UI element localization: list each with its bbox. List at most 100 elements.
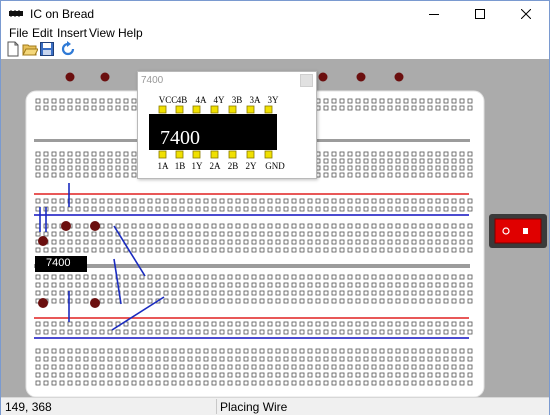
rail-hole — [323, 198, 329, 204]
terminal-hole — [411, 282, 417, 288]
rail-hole — [371, 198, 377, 204]
terminal-hole — [187, 372, 193, 378]
terminal-hole — [283, 223, 289, 229]
terminal-hole — [331, 231, 337, 237]
terminal-hole — [459, 364, 465, 370]
rail-hole — [307, 206, 313, 212]
terminal-hole — [419, 158, 425, 164]
rail-hole — [467, 198, 473, 204]
cursor-coordinates: 149, 368 — [5, 400, 52, 414]
led-indicator — [318, 72, 328, 82]
save-icon[interactable] — [39, 41, 55, 57]
terminal-hole — [227, 223, 233, 229]
terminal-hole — [427, 290, 433, 296]
led-indicator — [394, 72, 404, 82]
terminal-hole — [427, 165, 433, 171]
terminal-hole — [371, 158, 377, 164]
terminal-hole — [315, 380, 321, 386]
power-switch[interactable] — [489, 214, 547, 248]
ic-bottom-pin — [158, 150, 167, 159]
terminal-hole — [267, 380, 273, 386]
rail-hole — [379, 206, 385, 212]
terminal-hole — [275, 223, 281, 229]
rail-hole — [371, 206, 377, 212]
menu-file[interactable]: File — [9, 26, 28, 40]
terminal-hole — [331, 239, 337, 245]
terminal-hole — [83, 223, 89, 229]
placed-chip[interactable]: 7400 — [35, 256, 87, 272]
rail-hole — [99, 198, 105, 204]
terminal-hole — [147, 348, 153, 354]
rail-hole — [323, 206, 329, 212]
terminal-hole — [235, 380, 241, 386]
terminal-hole — [291, 247, 297, 253]
breadboard-canvas[interactable]: 7400 7400 VCC 4B 4A 4Y 3B 3A 3Y 7400 1A 1B 1Y 2A 2B 2… — [1, 59, 549, 397]
terminal-hole — [347, 239, 353, 245]
terminal-hole — [403, 298, 409, 304]
terminal-hole — [259, 372, 265, 378]
rail-hole — [315, 198, 321, 204]
refresh-icon[interactable] — [60, 41, 76, 57]
terminal-hole — [379, 290, 385, 296]
menu-edit[interactable]: Edit — [32, 26, 53, 40]
terminal-hole — [283, 364, 289, 370]
terminal-hole — [467, 298, 473, 304]
terminal-hole — [371, 364, 377, 370]
rail-hole — [267, 329, 273, 335]
rail-hole — [387, 98, 393, 104]
terminal-hole — [163, 290, 169, 296]
terminal-hole — [331, 372, 337, 378]
menu-help[interactable]: Help — [118, 26, 143, 40]
terminal-hole — [371, 151, 377, 157]
ic-info-window[interactable]: 7400 VCC 4B 4A 4Y 3B 3A 3Y 7400 1A 1B 1Y 2A 2B 2Y GND — [137, 71, 317, 179]
terminal-hole — [443, 380, 449, 386]
terminal-hole — [187, 231, 193, 237]
terminal-hole — [371, 298, 377, 304]
terminal-hole — [435, 282, 441, 288]
rail-hole — [235, 198, 241, 204]
terminal-hole — [99, 298, 105, 304]
rail-hole — [107, 198, 113, 204]
menu-insert[interactable]: Insert — [57, 26, 87, 40]
terminal-hole — [355, 151, 361, 157]
terminal-hole — [467, 372, 473, 378]
terminal-hole — [403, 223, 409, 229]
terminal-hole — [147, 298, 153, 304]
rail-hole — [147, 329, 153, 335]
ic-top-pin-label: VCC — [159, 95, 178, 105]
menu-view[interactable]: View — [89, 26, 115, 40]
terminal-hole — [99, 247, 105, 253]
center-channel — [34, 264, 470, 268]
terminal-hole — [123, 364, 129, 370]
terminal-hole — [315, 231, 321, 237]
terminal-hole — [43, 172, 49, 178]
terminal-hole — [427, 172, 433, 178]
terminal-hole — [211, 231, 217, 237]
terminal-hole — [427, 372, 433, 378]
terminal-hole — [91, 158, 97, 164]
open-folder-icon[interactable] — [22, 41, 38, 57]
terminal-hole — [227, 356, 233, 362]
rail-hole — [347, 321, 353, 327]
rail-hole — [267, 198, 273, 204]
terminal-hole — [59, 282, 65, 288]
rail-hole — [75, 105, 81, 111]
terminal-hole — [267, 247, 273, 253]
terminal-hole — [347, 274, 353, 280]
rail-hole — [283, 206, 289, 212]
terminal-hole — [427, 380, 433, 386]
rail-hole — [75, 206, 81, 212]
terminal-hole — [203, 231, 209, 237]
terminal-hole — [443, 172, 449, 178]
terminal-hole — [179, 364, 185, 370]
new-file-icon[interactable] — [5, 41, 21, 57]
rail-hole — [331, 321, 337, 327]
terminal-hole — [251, 380, 257, 386]
rail-hole — [91, 98, 97, 104]
ic-top-pin-label: 4A — [196, 95, 208, 105]
app-chip-icon — [9, 10, 23, 17]
terminal-hole — [227, 282, 233, 288]
terminal-hole — [419, 165, 425, 171]
terminal-hole — [179, 372, 185, 378]
rail-hole — [299, 198, 305, 204]
